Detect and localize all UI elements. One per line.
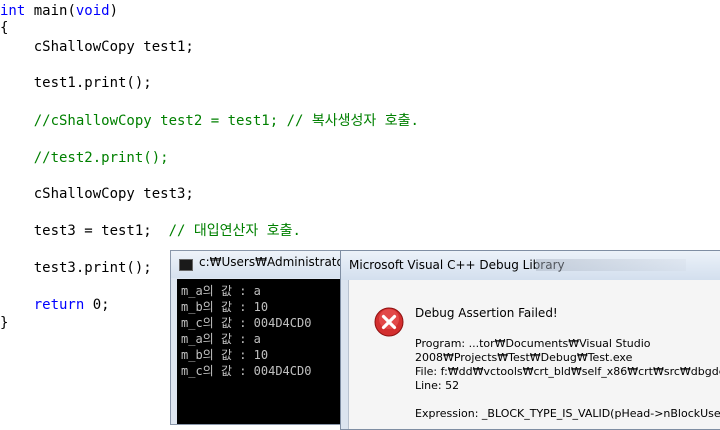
code-line: return 0;: [33, 297, 110, 313]
dialog-heading: Debug Assertion Failed!: [415, 306, 558, 320]
dialog-titlebar[interactable]: Microsoft Visual C++ Debug Library: [341, 251, 720, 280]
error-icon: [374, 307, 404, 337]
console-line: m_c의 값 : 004D4CD0: [181, 364, 312, 378]
line-number: Line: 52: [415, 379, 460, 392]
console-line: m_a의 값 : a: [181, 332, 261, 346]
console-line: m_b의 값 : 10: [181, 348, 269, 362]
console-line: m_c의 값 : 004D4CD0: [181, 316, 312, 330]
program-line: Program: ...tor₩Documents₩Visual Studio: [415, 337, 651, 350]
code-line: int main(void): [0, 3, 119, 19]
code-line: test3.print();: [0, 260, 152, 276]
console-icon: [179, 259, 193, 271]
code-line: cShallowCopy test3;: [0, 186, 194, 202]
code-line: cShallowCopy test1;: [0, 39, 194, 55]
code-line-comment: //cShallowCopy test2 = test1; // 복사생성자 호…: [0, 113, 419, 129]
code-line: test3 = test1; // 대입연산자 호출.: [0, 223, 301, 239]
expression-line: Expression: _BLOCK_TYPE_IS_VALID(pHead->…: [415, 407, 720, 420]
file-line: File: f:₩dd₩vctools₩crt_bld₩self_x86₩crt…: [415, 365, 720, 378]
console-line: m_a의 값 : a: [181, 284, 261, 298]
console-line: m_b의 값 : 10: [181, 300, 269, 314]
program-path: 2008₩Projects₩Test₩Debug₩Test.exe: [415, 351, 633, 364]
dialog-title: Microsoft Visual C++ Debug Library: [349, 258, 565, 272]
dialog-body: Debug Assertion Failed! Program: ...tor₩…: [348, 280, 720, 429]
code-line-comment: //test2.print();: [0, 150, 169, 166]
code-line: }: [0, 315, 9, 331]
debug-assertion-dialog[interactable]: Microsoft Visual C++ Debug Library Debug…: [340, 250, 720, 430]
titlebar-blur: [536, 259, 686, 271]
code-line: test1.print();: [0, 75, 152, 91]
